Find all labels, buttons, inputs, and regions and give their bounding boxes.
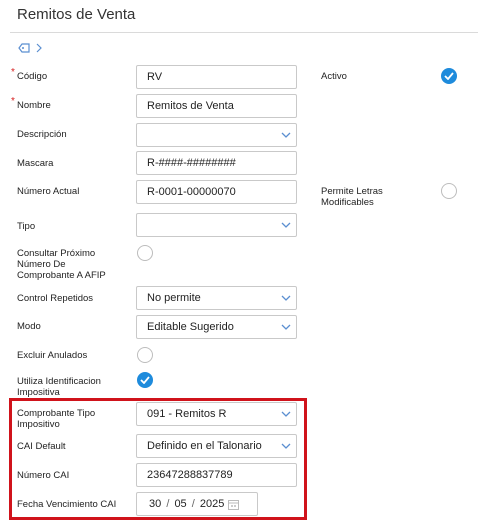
numero-actual-label: Número Actual [17, 186, 80, 197]
comprobante-tipo-value: 091 - Remitos R [147, 408, 227, 420]
date-day[interactable]: 30 [149, 498, 161, 510]
required-marker: * [11, 67, 15, 78]
chevron-down-icon [281, 443, 291, 449]
permite-letras-checkbox[interactable] [441, 183, 457, 199]
chevron-down-icon [281, 324, 291, 330]
control-repetidos-value: No permite [147, 292, 201, 304]
date-year[interactable]: 2025 [200, 498, 224, 510]
excluir-anulados-label: Excluir Anulados [17, 350, 88, 361]
activo-label: Activo [321, 71, 347, 82]
modo-value: Editable Sugerido [147, 321, 234, 333]
descripcion-label: Descripción [17, 129, 67, 140]
consultar-label-3: Comprobante A AFIP [17, 270, 106, 281]
permite-letras-label-1: Permite Letras [321, 186, 383, 197]
consultar-label-2: Número De [17, 259, 66, 270]
control-repetidos-label: Control Repetidos [17, 293, 94, 304]
modo-select[interactable]: Editable Sugerido [136, 315, 297, 339]
chevron-down-icon [281, 411, 291, 417]
utiliza-identificacion-label-1: Utiliza Identificacion [17, 376, 101, 387]
codigo-label: Código [17, 71, 48, 82]
activo-checkbox[interactable] [441, 68, 457, 84]
mascara-input[interactable]: R-####-######## [136, 151, 297, 175]
permite-letras-label-2: Modificables [321, 197, 374, 208]
modo-label: Modo [17, 321, 41, 332]
fecha-vencimiento-input[interactable]: 30 / 05 / 2025 [136, 492, 258, 516]
tipo-label: Tipo [17, 221, 36, 232]
utiliza-identificacion-label-2: Impositiva [17, 387, 60, 398]
calendar-icon[interactable] [228, 499, 239, 510]
consultar-label-1: Consultar Próximo [17, 248, 96, 259]
checkmark-icon [444, 72, 454, 80]
checkmark-icon [140, 376, 150, 384]
nombre-input[interactable]: Remitos de Venta [136, 94, 297, 118]
control-repetidos-select[interactable]: No permite [136, 286, 297, 310]
chevron-down-icon [281, 132, 291, 138]
comprobante-tipo-label-2: Impositivo [17, 419, 60, 430]
page-title: Remitos de Venta [17, 6, 136, 23]
comprobante-tipo-select[interactable]: 091 - Remitos R [136, 402, 297, 426]
mascara-label: Mascara [17, 158, 54, 169]
required-marker: * [11, 96, 15, 107]
fecha-vencimiento-label: Fecha Vencimiento CAI [17, 499, 117, 510]
codigo-input[interactable]: RV [136, 65, 297, 89]
chevron-down-icon [281, 222, 291, 228]
date-month[interactable]: 05 [174, 498, 186, 510]
numero-cai-input[interactable]: 23647288837789 [136, 463, 297, 487]
utiliza-identificacion-checkbox[interactable] [137, 372, 153, 388]
numero-actual-input[interactable]: R-0001-00000070 [136, 180, 297, 204]
nombre-label: Nombre [17, 100, 51, 111]
title-divider [10, 32, 478, 33]
date-sep: / [191, 498, 195, 510]
numero-cai-label: Número CAI [17, 470, 70, 481]
cai-default-label: CAI Default [17, 441, 66, 452]
tag-icon[interactable] [18, 42, 30, 56]
cai-default-select[interactable]: Definido en el Talonario [136, 434, 297, 458]
date-sep: / [166, 498, 170, 510]
tags-bar[interactable] [18, 42, 42, 56]
chevron-down-icon [281, 295, 291, 301]
cai-default-value: Definido en el Talonario [147, 440, 262, 452]
tipo-select[interactable] [136, 213, 297, 237]
excluir-anulados-checkbox[interactable] [137, 347, 153, 363]
comprobante-tipo-label-1: Comprobante Tipo [17, 408, 96, 419]
chevron-right-icon[interactable] [36, 42, 42, 56]
consultar-checkbox[interactable] [137, 245, 153, 261]
descripcion-select[interactable] [136, 123, 297, 147]
